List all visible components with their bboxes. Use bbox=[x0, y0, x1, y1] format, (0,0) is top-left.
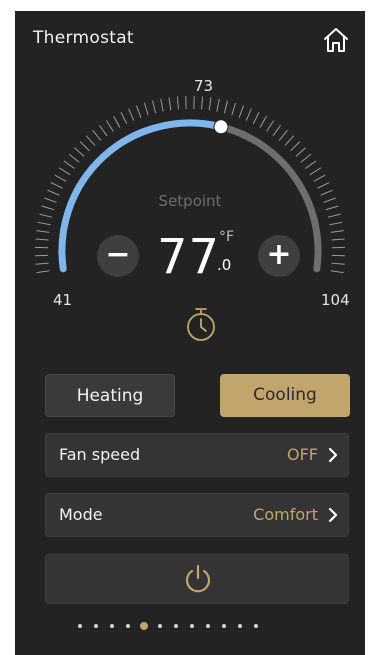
dial-tick bbox=[208, 97, 212, 111]
dial-tick bbox=[266, 120, 275, 132]
temperature-unit: °F bbox=[219, 229, 235, 245]
increase-button[interactable]: + bbox=[258, 235, 300, 277]
dial-tick bbox=[128, 108, 135, 121]
dial-tick bbox=[160, 98, 164, 112]
page-dot[interactable] bbox=[238, 624, 242, 628]
dial-tick bbox=[272, 124, 282, 137]
dial-tick bbox=[330, 270, 344, 274]
page-dot[interactable] bbox=[78, 624, 82, 628]
dial-tick bbox=[50, 182, 63, 189]
dial-tick bbox=[317, 182, 330, 189]
dial-tick bbox=[79, 141, 90, 152]
page-dot[interactable] bbox=[126, 624, 130, 628]
dial-tick bbox=[39, 213, 53, 218]
dial-tick bbox=[201, 96, 204, 110]
dial-tick bbox=[331, 238, 345, 241]
dial-tick bbox=[35, 262, 49, 265]
dial-tick bbox=[63, 160, 75, 169]
dial-tick bbox=[120, 111, 128, 125]
page-dot[interactable] bbox=[94, 624, 98, 628]
dial-tick bbox=[330, 230, 344, 233]
setpoint-label: Setpoint bbox=[158, 192, 222, 210]
dial-top-label: 73 bbox=[194, 77, 214, 95]
dial-tick bbox=[68, 153, 80, 163]
dial-tick bbox=[105, 120, 114, 132]
dial-tick bbox=[231, 102, 237, 116]
thermostat-panel: Thermostat 73 41 104 Setpoint − 77 °F .0… bbox=[15, 11, 365, 655]
dial-tick bbox=[295, 147, 306, 157]
dial-tick bbox=[290, 141, 301, 152]
power-icon bbox=[185, 564, 211, 593]
dial-tick bbox=[305, 160, 317, 169]
page-dot[interactable] bbox=[254, 624, 258, 628]
dial-knob bbox=[213, 119, 229, 135]
fan-speed-value: OFF bbox=[287, 445, 318, 464]
page-dot[interactable] bbox=[174, 624, 178, 628]
dial-tick bbox=[245, 108, 252, 121]
dial-tick bbox=[98, 124, 108, 137]
heating-button[interactable]: Heating bbox=[45, 374, 175, 417]
dial-tick bbox=[216, 98, 220, 112]
dial-tick bbox=[168, 97, 172, 111]
dial-tick bbox=[313, 174, 326, 182]
dial-tick bbox=[143, 102, 149, 116]
page-dot-active[interactable] bbox=[140, 622, 148, 630]
fan-speed-label: Fan speed bbox=[59, 445, 141, 464]
timer-icon[interactable] bbox=[183, 306, 219, 344]
home-icon[interactable] bbox=[321, 25, 351, 55]
dial-tick bbox=[152, 100, 157, 114]
mode-label: Mode bbox=[59, 505, 103, 524]
dial-min-label: 41 bbox=[53, 291, 73, 309]
dial-tick bbox=[92, 130, 102, 141]
dial-tick bbox=[113, 115, 121, 128]
dial-tick bbox=[278, 130, 288, 141]
dial-tick bbox=[37, 221, 51, 226]
fan-speed-row[interactable]: Fan speed OFF bbox=[45, 433, 349, 477]
mode-row[interactable]: Mode Comfort bbox=[45, 493, 349, 537]
dial-tick bbox=[238, 105, 245, 118]
dial-tick bbox=[176, 96, 179, 110]
dial-tick bbox=[35, 238, 49, 241]
dial-tick bbox=[36, 270, 50, 274]
dial-tick bbox=[309, 167, 322, 176]
dial-tick bbox=[74, 147, 85, 157]
cooling-button[interactable]: Cooling bbox=[220, 374, 350, 417]
page-dot[interactable] bbox=[190, 624, 194, 628]
page-title: Thermostat bbox=[33, 28, 134, 48]
mode-value: Comfort bbox=[253, 505, 318, 524]
page-dot[interactable] bbox=[110, 624, 114, 628]
dial-tick bbox=[58, 167, 71, 176]
page-dot[interactable] bbox=[222, 624, 226, 628]
dial-tick bbox=[327, 213, 341, 218]
dial-tick bbox=[284, 135, 295, 146]
dial-tick bbox=[85, 135, 96, 146]
setpoint-value: 77 bbox=[157, 229, 221, 285]
dial-tick bbox=[36, 230, 50, 233]
dial-max-label: 104 bbox=[321, 291, 350, 309]
chevron-right-icon bbox=[328, 507, 338, 523]
power-button[interactable] bbox=[45, 554, 349, 604]
dial-tick bbox=[54, 174, 67, 182]
dial-tick bbox=[223, 100, 228, 114]
dial-tick bbox=[252, 111, 260, 125]
page-dot[interactable] bbox=[158, 624, 162, 628]
dial-tick bbox=[300, 153, 312, 163]
dial-tick bbox=[329, 221, 343, 226]
dial-tick bbox=[331, 262, 345, 265]
decrease-button[interactable]: − bbox=[97, 235, 139, 277]
setpoint-decimal: .0 bbox=[217, 256, 232, 274]
page-indicator bbox=[78, 621, 318, 633]
page-dot[interactable] bbox=[206, 624, 210, 628]
chevron-right-icon bbox=[328, 447, 338, 463]
dial-tick bbox=[135, 105, 142, 118]
dial-tick bbox=[259, 115, 267, 128]
